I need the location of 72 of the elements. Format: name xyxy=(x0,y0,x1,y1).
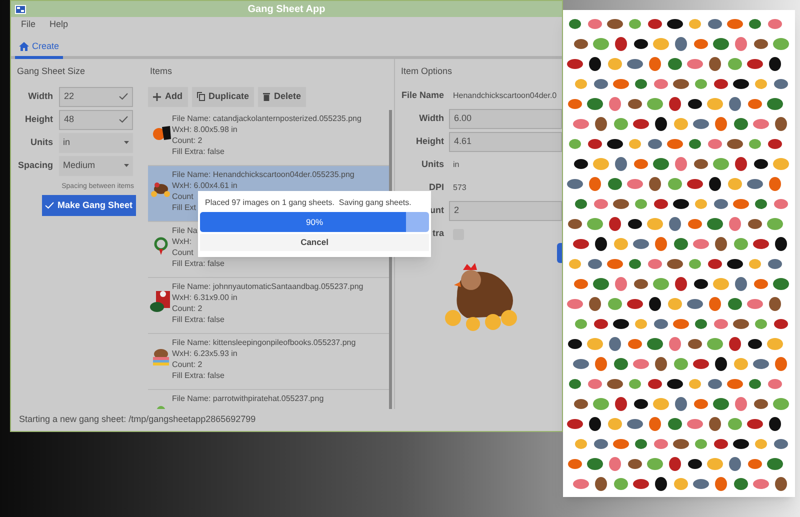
caret-icon xyxy=(124,164,129,167)
thumbnail-image xyxy=(150,346,172,368)
field-label: Units xyxy=(420,158,445,172)
check-icon xyxy=(119,116,128,123)
item-detail-text: File Na xyxy=(172,224,198,236)
plus-icon xyxy=(153,92,161,100)
field-label: Spacing xyxy=(17,158,54,172)
item-detail-text: Fill Extra: false xyxy=(172,370,224,380)
item-detail-text: Fill Extra: false xyxy=(172,258,224,268)
list-item[interactable]: File Name: johnnyautomaticSantaandbag.055237.png WxH: 6.31x9.00 in Count: 2 Fill Extra: false xyxy=(148,278,389,334)
check-icon xyxy=(119,93,128,100)
caret-icon xyxy=(124,141,129,144)
dropdown[interactable]: in xyxy=(59,132,133,152)
item-detail-text: WxH: xyxy=(172,236,192,246)
app-icon xyxy=(15,4,26,14)
section-title: Items xyxy=(149,65,174,78)
dialog-message: Placed 97 images on 1 gang sheets. Saving gang sheets. xyxy=(204,197,412,208)
trash-icon xyxy=(263,92,270,101)
field-label: File Name xyxy=(401,89,445,102)
item-detail-text: File Name: johnnyautomaticSantaandbag.055237.png xyxy=(172,280,364,292)
field-label: tra xyxy=(431,227,445,240)
item-detail-text: Fill Ext xyxy=(172,202,196,212)
progress-text: 90% xyxy=(304,216,324,229)
home-icon xyxy=(19,42,29,51)
field-label: Width xyxy=(418,112,445,126)
item-detail-text: Fill Extra: false xyxy=(172,314,224,324)
copy-icon xyxy=(196,92,204,101)
section-title: Item Options xyxy=(401,65,454,78)
item-detail-text: File Name: parrotwithpiratehat.055237.png xyxy=(172,392,324,404)
item-detail-text: File Name: kittensleepingonpileofbooks.055237.png xyxy=(172,336,356,348)
menu-item[interactable]: Help xyxy=(50,18,68,32)
field-label: DPI xyxy=(428,181,445,194)
status-text: Starting a new gang sheet: /tmp/gangsheetapp2865692799 xyxy=(18,413,257,426)
item-detail-text: WxH: 6.23x5.93 in xyxy=(172,348,238,358)
item-detail-text: Count: 2 xyxy=(172,358,202,370)
field-value: in xyxy=(452,159,460,171)
add-button[interactable]: Add xyxy=(148,86,188,106)
input-field[interactable]: 2 xyxy=(449,201,562,221)
item-detail-text: WxH: 8.00x5.98 in xyxy=(172,124,238,134)
section-title: Gang Sheet Size xyxy=(17,65,86,78)
check-icon xyxy=(45,202,54,209)
cancel-button[interactable]: Cancel xyxy=(200,234,429,251)
field-label: Height xyxy=(415,135,445,148)
item-detail-text: Count: 2 xyxy=(172,302,202,314)
input-field[interactable]: 4.61 xyxy=(449,132,562,152)
duplicate-button[interactable]: Duplicate xyxy=(192,86,254,106)
item-detail-text: Count xyxy=(172,246,194,258)
list-item[interactable]: File Name: kittensleepingonpileofbooks.055237.png WxH: 6.23x5.93 in Count: 2 Fill Extra: false xyxy=(148,334,389,390)
menu-item[interactable]: File xyxy=(21,18,36,32)
delete-button[interactable]: Delete xyxy=(258,86,306,106)
field-value: 573 xyxy=(452,182,468,194)
list-item[interactable]: File Name: parrotwithpiratehat.055237.png xyxy=(148,390,389,409)
item-detail-text: File Name: catandjackolanternposterized.055235.png xyxy=(172,112,362,124)
field-label: Units xyxy=(30,136,54,149)
item-detail-text: Count: 2 xyxy=(172,134,202,146)
field-label: Height xyxy=(24,112,54,126)
input-field[interactable]: 48 xyxy=(59,110,133,130)
item-detail-text: Count xyxy=(172,190,194,202)
field-label: Width xyxy=(27,90,54,103)
item-detail-text: Fill Extra: false xyxy=(172,146,224,156)
window-title: Gang Sheet App xyxy=(248,2,326,16)
input-field[interactable]: 22 xyxy=(59,86,133,106)
dropdown[interactable]: Medium xyxy=(59,156,133,176)
tab[interactable]: Create xyxy=(15,40,64,59)
input-field[interactable]: 6.00 xyxy=(449,109,562,129)
item-detail-text: WxH: 6.00x4.61 in xyxy=(172,180,238,190)
make-gang-sheet-button[interactable]: Make Gang Sheet xyxy=(42,195,136,216)
item-detail-text: File Name: Henandchickscartoon04der.055235.png xyxy=(172,168,354,180)
thumbnail-image xyxy=(150,290,172,312)
field-value: Henandchickscartoon04der.0 xyxy=(452,90,558,102)
item-detail-text: WxH: 6.31x9.00 in xyxy=(172,292,238,302)
field-label: unt xyxy=(429,204,445,218)
